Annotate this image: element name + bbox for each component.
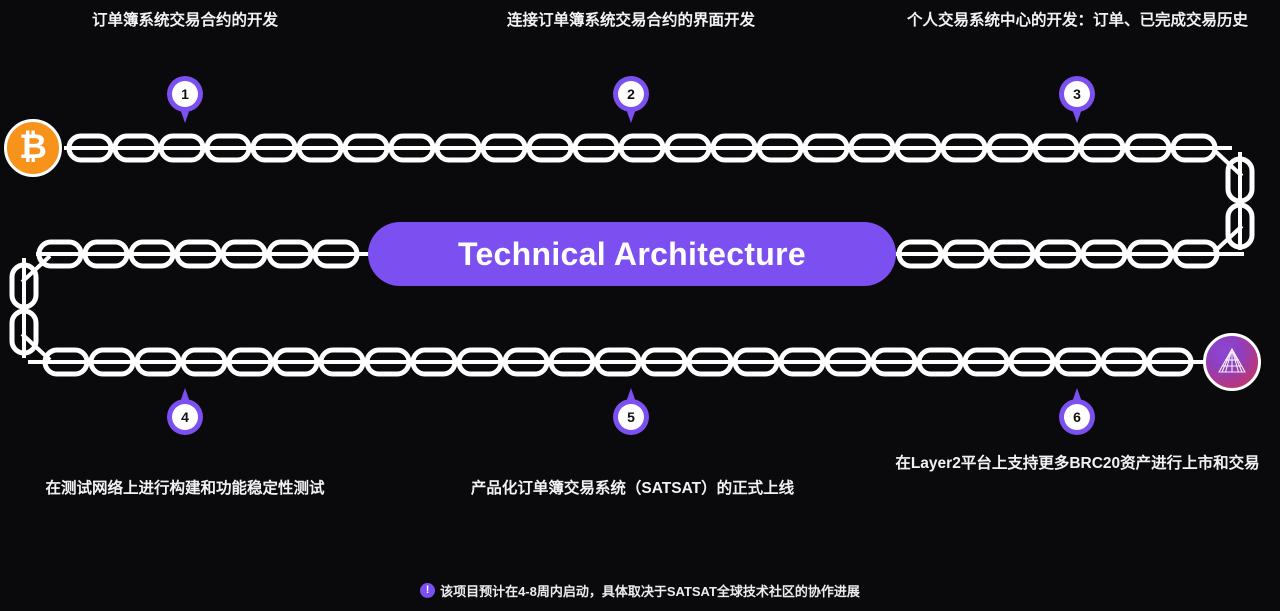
step-caption-6: 在Layer2平台上支持更多BRC20资产进行上市和交易 bbox=[895, 455, 1260, 472]
pin-bulb: 1 bbox=[167, 76, 203, 112]
page-title: Technical Architecture bbox=[457, 235, 807, 272]
step-caption-4: 在测试网络上进行构建和功能稳定性测试 bbox=[45, 480, 325, 497]
pin-bulb: 3 bbox=[1059, 76, 1095, 112]
satsat-logo-icon bbox=[1203, 333, 1261, 391]
step-caption-3: 个人交易系统中心的开发：订单、已完成交易历史 bbox=[906, 12, 1248, 29]
step-number-5: 5 bbox=[618, 404, 644, 430]
pin-bulb: 4 bbox=[167, 399, 203, 435]
step-number-2: 2 bbox=[618, 81, 644, 107]
exclamation-icon: ! bbox=[420, 583, 436, 598]
pin-bulb: 6 bbox=[1059, 399, 1095, 435]
step-marker-2[interactable]: 2 bbox=[613, 76, 649, 124]
step-marker-6[interactable]: 6 bbox=[1059, 387, 1095, 435]
bitcoin-glyph: ₿ bbox=[19, 128, 47, 166]
footer-note-text: 该项目预计在4-8周内启动，具体取决于SATSAT全球技术社区的协作进展 bbox=[440, 584, 860, 599]
step-marker-1[interactable]: 1 bbox=[167, 76, 203, 124]
step-marker-3[interactable]: 3 bbox=[1059, 76, 1095, 124]
technical-architecture-infographic: ₿ Technical Architecture 1 2 3 4 5 6 订单簿… bbox=[0, 0, 1280, 611]
step-caption-1: 订单簿系统交易合约的开发 bbox=[91, 12, 278, 29]
step-number-4: 4 bbox=[172, 404, 198, 430]
pin-bulb: 2 bbox=[613, 76, 649, 112]
center-title-pill: Technical Architecture bbox=[368, 222, 896, 286]
step-caption-5: 产品化订单簿交易系统（SATSAT）的正式上线 bbox=[470, 480, 795, 497]
step-marker-5[interactable]: 5 bbox=[613, 387, 649, 435]
step-number-3: 3 bbox=[1064, 81, 1090, 107]
footer-note: ! 该项目预计在4-8周内启动，具体取决于SATSAT全球技术社区的协作进展 bbox=[0, 581, 1280, 600]
step-number-1: 1 bbox=[172, 81, 198, 107]
pin-bulb: 5 bbox=[613, 399, 649, 435]
bitcoin-icon: ₿ bbox=[4, 119, 62, 177]
step-number-6: 6 bbox=[1064, 404, 1090, 430]
satsat-triangle-glyph bbox=[1218, 347, 1246, 373]
step-marker-4[interactable]: 4 bbox=[167, 387, 203, 435]
step-caption-2: 连接订单簿系统交易合约的界面开发 bbox=[506, 12, 755, 29]
